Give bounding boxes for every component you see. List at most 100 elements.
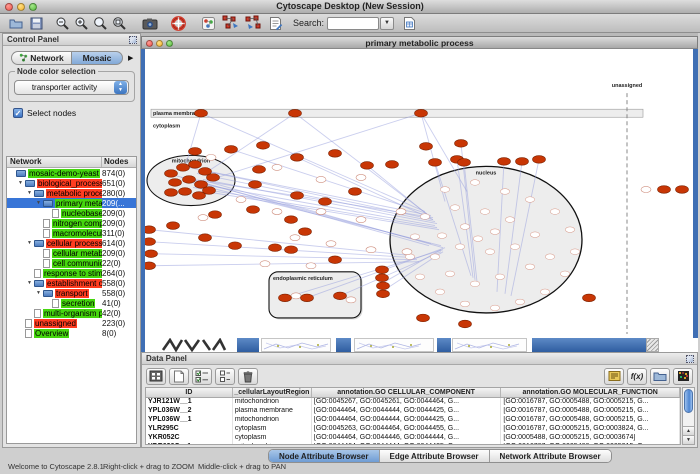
tree-expand-arrow-icon[interactable]: ▼ [27, 280, 34, 286]
network-node[interactable] [346, 297, 356, 303]
zoom-in-icon[interactable] [73, 15, 90, 32]
network-tree-row[interactable]: ▼cellular process614(0) [7, 238, 136, 248]
table-cell[interactable]: cytoplasm [233, 434, 312, 443]
network-node-selected[interactable] [179, 188, 192, 196]
table-cell[interactable]: [GO:0044464, GO:0044444, GO:0044425, G..… [312, 443, 501, 445]
table-cell[interactable]: YPL036W__1 [146, 416, 233, 425]
network-node-selected[interactable] [165, 189, 178, 197]
network-node[interactable] [440, 187, 449, 193]
network-node-selected[interactable] [376, 266, 389, 274]
column-header[interactable]: _cellularLayoutRegion [233, 388, 312, 397]
import-attributes-icon[interactable] [401, 15, 418, 32]
table-row[interactable]: YJR121W__1mitochondrion[GO:0045267, GO:0… [146, 398, 680, 407]
network-node-selected[interactable] [329, 150, 342, 158]
network-node[interactable] [445, 271, 454, 277]
tree-column-nodes[interactable]: Nodes [102, 157, 136, 167]
network-node-selected[interactable] [533, 156, 546, 164]
tree-expand-arrow-icon[interactable]: ▼ [36, 200, 43, 206]
network-node[interactable] [545, 254, 554, 260]
table-cell[interactable]: [GO:0044464, GO:0044444, GO:0044425, G..… [312, 416, 501, 425]
network-modify-icon[interactable] [222, 15, 239, 32]
column-header[interactable]: ID [146, 388, 233, 397]
network-node-selected[interactable] [498, 158, 511, 166]
network-node[interactable] [530, 232, 539, 238]
table-cell[interactable]: mitochondrion [233, 443, 312, 445]
scroll-up-icon[interactable]: ▲ [683, 426, 694, 435]
tab-network[interactable]: Network [11, 51, 71, 65]
table-row[interactable]: YPL036W__1mitochondrion[GO:0044464, GO:0… [146, 416, 680, 425]
network-tree-row[interactable]: cellular metabo209(0) [7, 248, 136, 258]
network-node[interactable] [206, 154, 216, 160]
combobox-stepper-icon[interactable]: ▲▼ [114, 81, 127, 94]
network-node-selected[interactable] [377, 290, 390, 298]
network-node-selected[interactable] [658, 186, 671, 194]
table-cell[interactable]: YPL036W__2 [146, 407, 233, 416]
network-tree-row[interactable]: ▼metabolic process280(0) [7, 188, 136, 198]
network-node-selected[interactable] [285, 246, 298, 254]
network-node-selected[interactable] [429, 159, 442, 167]
table-cell[interactable]: [GO:0005488, GO:0005215, GO:0003674] [501, 434, 680, 443]
open-icon[interactable] [8, 15, 25, 32]
table-cell[interactable]: YDR039C__1 [146, 443, 233, 445]
network-canvas[interactable]: plasma membranecytoplasmmitochondrionnuc… [141, 49, 698, 338]
tab-overflow-arrow-icon[interactable]: ▶ [128, 54, 133, 62]
network-node-selected[interactable] [167, 222, 180, 230]
network-node-selected[interactable] [458, 159, 471, 167]
unselect-attributes-icon[interactable] [215, 368, 235, 385]
network-tree-row[interactable]: unassigned223(0) [7, 318, 136, 328]
table-cell[interactable]: plasma membrane [233, 407, 312, 416]
select-attributes-icon[interactable] [192, 368, 212, 385]
network-node[interactable] [290, 235, 300, 241]
network-node[interactable] [500, 189, 509, 195]
annotation-icon[interactable] [267, 15, 284, 32]
table-cell[interactable]: [GO:0044464, GO:0044446, GO:0044444, G..… [312, 434, 501, 443]
network-tree-row[interactable]: multi-organism pro42(0) [7, 308, 136, 318]
network-node[interactable] [485, 249, 494, 255]
network-node-selected[interactable] [189, 148, 202, 156]
network-node[interactable] [396, 209, 406, 215]
network-tree-row[interactable]: mosaic-demo-yeast874(0) [7, 168, 136, 178]
tree-expand-arrow-icon[interactable]: ▼ [27, 240, 34, 246]
network-node[interactable] [435, 289, 444, 295]
network-tree-row[interactable]: nitrogen compo209(0) [7, 218, 136, 228]
zoom-fit-icon[interactable] [111, 15, 128, 32]
network-node-selected[interactable] [145, 226, 156, 234]
formula-builder-icon[interactable]: f(x) [627, 368, 647, 385]
network-node-selected[interactable] [145, 238, 156, 246]
network-node[interactable] [260, 261, 270, 267]
network-tree-row[interactable]: ▼transport558(0) [7, 288, 136, 298]
network-node[interactable] [450, 205, 459, 211]
network-node-selected[interactable] [583, 294, 596, 302]
network-node-selected[interactable] [329, 256, 342, 264]
tab-edge-attribute-browser[interactable]: Edge Attribute Browser [380, 450, 490, 462]
network-node[interactable] [473, 236, 482, 242]
network-node[interactable] [236, 197, 246, 203]
network-node-selected[interactable] [516, 158, 529, 166]
window-fragment-grip[interactable] [646, 338, 659, 352]
network-hide-icon[interactable] [245, 15, 262, 32]
network-node[interactable] [198, 215, 208, 221]
network-node[interactable] [437, 233, 446, 239]
network-node[interactable] [326, 241, 336, 247]
network-node[interactable] [540, 289, 549, 295]
network-node-selected[interactable] [299, 228, 312, 236]
float-data-panel-icon[interactable] [686, 355, 694, 363]
table-row[interactable]: YLR295Ccytoplasm[GO:0045263, GO:0044464,… [146, 425, 680, 434]
column-header[interactable]: annotation.GO MOLECULAR_FUNCTION [501, 388, 680, 397]
network-node-selected[interactable] [183, 176, 196, 184]
table-cell[interactable]: YJR121W__1 [146, 398, 233, 407]
network-node-selected[interactable] [247, 206, 260, 214]
network-tree-row[interactable]: ▼biological_process651(0) [7, 178, 136, 188]
save-icon[interactable] [28, 15, 45, 32]
network-tree-row[interactable]: cell communicat22(0) [7, 258, 136, 268]
tree-column-network[interactable]: Network [7, 157, 102, 167]
network-node-selected[interactable] [459, 320, 472, 328]
network-node[interactable] [525, 197, 534, 203]
network-node[interactable] [495, 274, 504, 280]
network-node[interactable] [460, 301, 469, 307]
network-node[interactable] [641, 186, 651, 192]
table-scrollbar[interactable]: ▲ ▼ [682, 387, 695, 445]
network-node[interactable] [420, 214, 429, 220]
network-tree-row[interactable]: ▼establishment of lo558(0) [7, 278, 136, 288]
network-node[interactable] [550, 209, 559, 215]
